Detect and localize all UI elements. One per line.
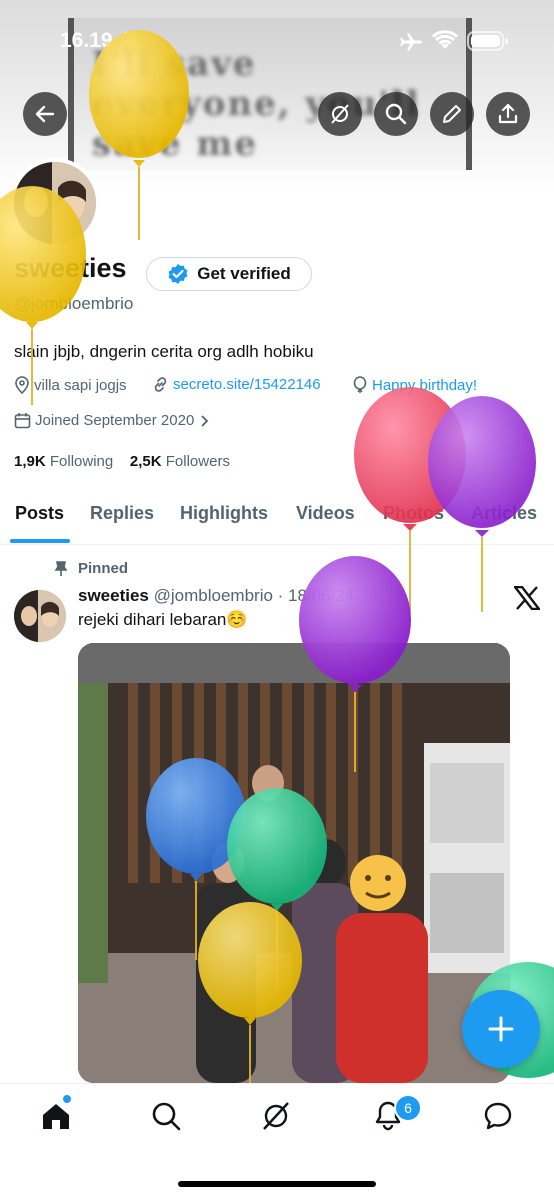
nav-search[interactable]	[150, 1100, 182, 1137]
display-name: sweeties	[14, 253, 127, 283]
post-photo	[78, 643, 510, 1083]
status-time: 16.19	[60, 29, 113, 52]
tab-posts[interactable]: Posts	[15, 503, 64, 524]
messages-icon	[484, 1102, 512, 1130]
compose-button[interactable]	[462, 990, 540, 1068]
post-date: · 18/06/24	[277, 586, 355, 605]
birthday-text[interactable]: Happy birthday!	[372, 377, 477, 394]
tab-highlights[interactable]: Highlights	[180, 503, 268, 524]
x-logo-icon	[512, 585, 542, 615]
followers-link[interactable]: 2,5K Followers	[130, 453, 230, 470]
followers-count: 2,5K	[129, 453, 162, 470]
followers-label: Followers	[165, 453, 230, 470]
grok-icon	[263, 1102, 289, 1130]
grok-icon	[331, 104, 349, 124]
profile-bio: slain jbjb, dngerin cerita org adlh hobi…	[14, 342, 314, 361]
post-author-handle: @jombloembrio	[153, 586, 273, 605]
back-button[interactable]	[23, 92, 67, 136]
plus-icon	[488, 1016, 514, 1042]
get-verified-label: Get verified	[197, 264, 291, 283]
share-icon	[498, 103, 518, 124]
airplane-icon	[399, 32, 423, 52]
active-tab-indicator	[10, 539, 70, 543]
share-button[interactable]	[486, 92, 530, 136]
avatar-photo	[14, 162, 96, 244]
verified-badge-icon	[168, 264, 188, 284]
profile-handle: @jombloembrio	[14, 294, 134, 313]
post-author-name[interactable]: sweeties	[78, 586, 149, 605]
link-icon	[154, 377, 167, 392]
following-count: 1,9K	[14, 453, 46, 470]
post-avatar[interactable]	[14, 590, 66, 642]
home-icon	[43, 1104, 69, 1129]
search-icon	[385, 103, 407, 125]
following-label: Following	[49, 453, 114, 470]
nav-grok[interactable]	[260, 1100, 292, 1137]
post-author: sweeties @jombloembrio · 18/06/24	[78, 586, 354, 606]
balloon-icon	[353, 376, 367, 393]
get-verified-button[interactable]: Get verified	[146, 257, 312, 291]
search-icon	[152, 1102, 181, 1131]
pencil-icon	[443, 105, 461, 123]
pin-icon	[54, 561, 68, 582]
nav-messages[interactable]	[482, 1100, 514, 1137]
home-indicator	[178, 1181, 376, 1187]
location-pin-icon	[15, 376, 29, 394]
tab-videos[interactable]: Videos	[296, 503, 355, 524]
post-avatar-photo	[14, 590, 66, 642]
website-link[interactable]: secreto.site/15422146	[152, 376, 321, 393]
arrow-left-icon	[35, 105, 55, 123]
post-image[interactable]	[78, 643, 510, 1083]
bell-muted-icon	[122, 30, 142, 50]
website-text[interactable]: secreto.site/15422146	[173, 376, 321, 393]
joined-date[interactable]: Joined September 2020	[14, 412, 210, 429]
tab-photos[interactable]: Photos	[383, 503, 444, 524]
profile-avatar[interactable]	[10, 158, 100, 248]
pinned-label: Pinned	[78, 560, 129, 577]
follow-stats: 1,9K Following 2,5K Followers	[14, 453, 230, 470]
home-unread-dot	[63, 1095, 71, 1103]
edit-button[interactable]	[430, 92, 474, 136]
tab-replies[interactable]: Replies	[90, 503, 154, 524]
post-text: rejeki dihari lebaran☺️	[78, 610, 248, 629]
location-text: villa sapi jogjs	[34, 376, 127, 394]
battery-icon	[467, 30, 509, 52]
location: villa sapi jogjs	[14, 376, 127, 394]
nav-home[interactable]	[40, 1100, 72, 1137]
chevron-right-icon	[201, 414, 209, 427]
grok-button[interactable]	[318, 92, 362, 136]
profile-tabs: Posts Replies Highlights Videos Photos A…	[0, 490, 554, 545]
calendar-icon	[14, 413, 31, 429]
joined-text: Joined September 2020	[35, 412, 195, 429]
wifi-icon	[432, 30, 458, 52]
search-button[interactable]	[374, 92, 418, 136]
notification-badge: 6	[394, 1094, 422, 1122]
following-link[interactable]: 1,9K Following	[14, 453, 113, 470]
tab-articles[interactable]: Articles	[471, 503, 537, 524]
birthday[interactable]: Happy birthday!	[352, 376, 477, 394]
